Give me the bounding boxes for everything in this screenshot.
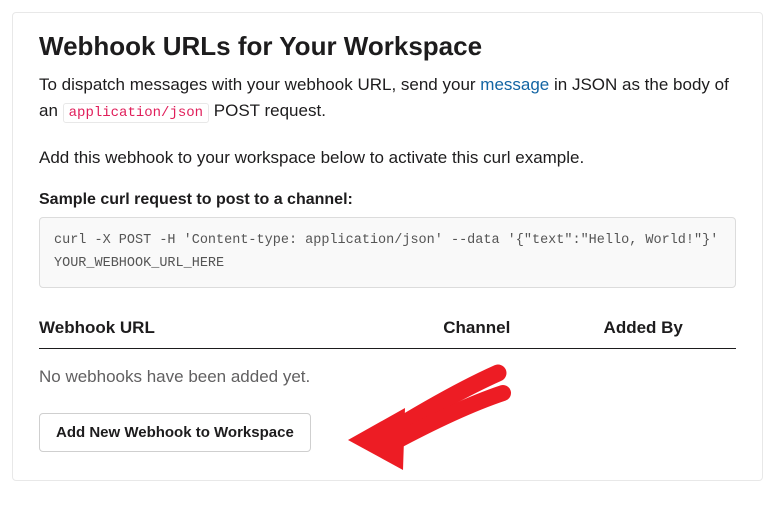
intro-text-3: POST request. bbox=[209, 101, 326, 120]
column-added-by: Added By bbox=[604, 318, 736, 338]
sub-instruction: Add this webhook to your workspace below… bbox=[39, 145, 736, 171]
column-webhook-url: Webhook URL bbox=[39, 318, 443, 338]
message-link[interactable]: message bbox=[480, 75, 549, 94]
page-title: Webhook URLs for Your Workspace bbox=[39, 31, 736, 62]
intro-text-1: To dispatch messages with your webhook U… bbox=[39, 75, 480, 94]
intro-paragraph: To dispatch messages with your webhook U… bbox=[39, 72, 736, 125]
content-type-code: application/json bbox=[63, 103, 209, 123]
add-webhook-button[interactable]: Add New Webhook to Workspace bbox=[39, 413, 311, 452]
webhook-settings-card: Webhook URLs for Your Workspace To dispa… bbox=[12, 12, 763, 481]
webhook-table-header: Webhook URL Channel Added By bbox=[39, 318, 736, 349]
curl-code-block[interactable]: curl -X POST -H 'Content-type: applicati… bbox=[39, 217, 736, 288]
empty-state-message: No webhooks have been added yet. bbox=[39, 367, 736, 387]
sample-curl-label: Sample curl request to post to a channel… bbox=[39, 191, 736, 209]
column-channel: Channel bbox=[443, 318, 603, 338]
